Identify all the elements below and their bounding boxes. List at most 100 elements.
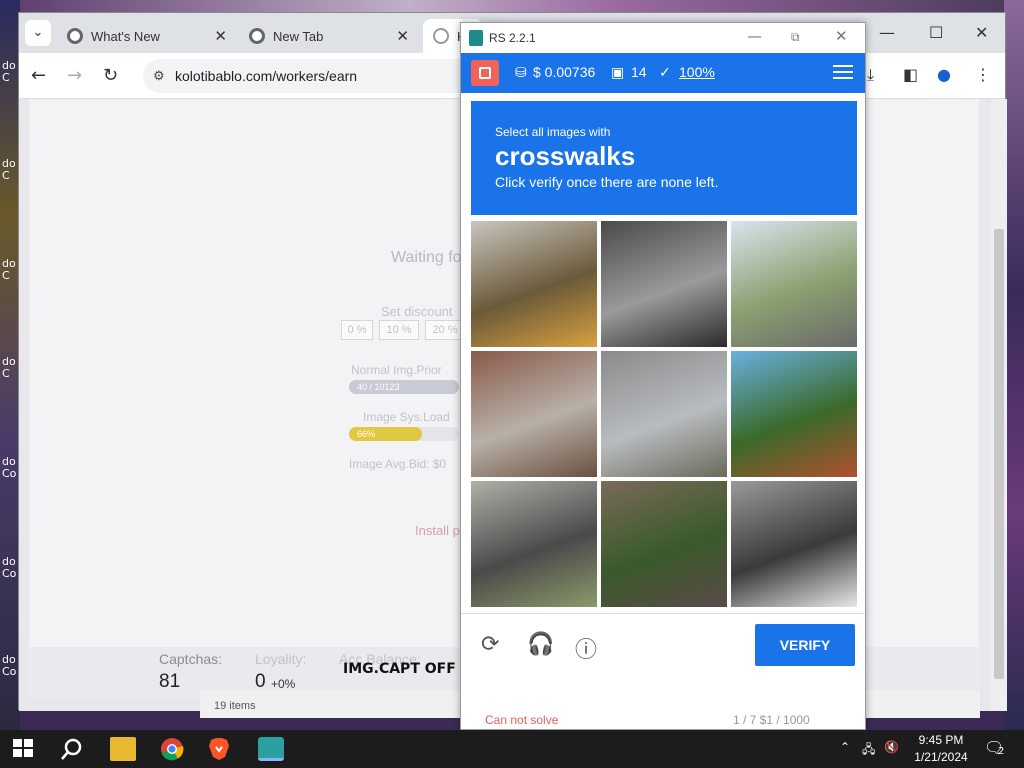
profile-icon[interactable]: ● [937,65,951,84]
desktop-icon-label[interactable]: do C [2,356,18,380]
forward-icon[interactable]: → [67,65,82,86]
side-panel-icon[interactable]: ◧ [903,65,918,84]
captcha-solver-taskbar-icon[interactable] [258,737,284,761]
popup-titlebar: RS 2.2.1 — ⧉ ✕ [461,23,865,53]
captchas-label: Captchas: [159,651,223,667]
close-tab-icon[interactable]: ✕ [214,27,227,45]
motorcycles-parked-tile[interactable] [601,221,727,347]
progress-text: 1 / 7 $1 / 1000 [733,713,810,727]
image-grid [471,221,857,607]
traffic-light-tile[interactable] [471,221,597,347]
balance-icon: ⛁ [515,64,527,80]
building-shutter-tile[interactable] [471,351,597,477]
restore-icon[interactable]: ⧉ [791,30,800,45]
desktop-icon-label[interactable]: do C [2,60,18,84]
desktop-icon-label[interactable]: do Co [2,654,18,678]
brave-icon[interactable] [208,737,234,761]
system-clock[interactable]: 9:45 PM 1/21/2024 [908,732,974,766]
loyalty-label: Loyality: [255,651,307,667]
normal-img-bar: 40 / 10123 [349,380,459,394]
challenge-header: Select all images with crosswalks Click … [471,101,857,215]
accuracy-value[interactable]: 100% [679,64,715,80]
desktop-icon-label[interactable]: do Co [2,556,18,580]
popup-title: RS 2.2.1 [489,31,536,45]
solver-status-bar: ⛁ $ 0.00736 ▣ 14 ✓ 100% [461,53,865,93]
stop-button[interactable] [471,60,499,86]
chrome-icon [67,28,83,44]
taskbar: ⌃ 🖧 🔇 9:45 PM 1/21/2024 🗨 2 [0,730,1024,768]
loyalty-delta: +0% [271,677,296,691]
reload-challenge-icon[interactable]: ⟳ [481,632,499,657]
challenge-instruction: Select all images with [495,125,611,139]
install-link[interactable]: Install p [415,523,460,538]
stop-icon [479,67,491,79]
road-car-tile[interactable] [601,351,727,477]
cannot-solve-link[interactable]: Can not solve [485,713,558,727]
clock-time: 9:45 PM [918,733,964,747]
hamburger-menu-icon[interactable] [833,61,853,83]
audio-challenge-icon[interactable]: 🎧 [527,632,554,657]
arch-bridge-tile[interactable] [731,221,857,347]
captchas-value: 81 [159,671,181,692]
close-tab-icon[interactable]: ✕ [396,27,409,45]
menu-kebab-icon[interactable]: ⋮ [975,65,991,84]
info-icon[interactable]: ⓘ [575,632,597,664]
img-capt-status: IMG.CAPT OFF [343,661,456,677]
discount-10-button[interactable]: 10 % [379,320,419,340]
captcha-controls: ⟳ 🎧 ⓘ VERIFY [461,613,865,675]
chrome-icon [249,28,265,44]
discount-0-button[interactable]: 0 % [341,320,373,340]
tab-new-tab[interactable]: New Tab ✕ [239,19,419,53]
notification-count: 2 [998,746,1005,757]
search-icon[interactable] [60,737,86,761]
set-discount-label: Set discount [381,304,453,319]
desktop-wallpaper-top [0,0,1024,12]
back-icon[interactable]: ← [31,65,46,86]
network-icon[interactable]: 🖧 [862,740,875,761]
tab-title: New Tab [273,28,324,44]
site-info-icon[interactable]: ⚙ [153,59,165,93]
maximize-icon[interactable]: ☐ [929,23,943,42]
image-sys-load-fill: 66% [349,427,422,441]
clock-date: 1/21/2024 [914,750,968,764]
items-count: 19 items [214,700,256,712]
download-icon[interactable]: ⤓ [867,65,874,85]
challenge-hint: Click verify once there are none left. [495,174,719,190]
windows-start-icon[interactable] [12,737,38,761]
app-logo-icon [469,30,483,46]
scroll-thumb[interactable] [994,229,1004,679]
minimize-icon[interactable]: — [879,23,895,42]
normal-img-prior-label: Normal Img.Prior [351,363,442,377]
accuracy-icon: ✓ [659,64,671,80]
images-count: 14 [631,64,647,80]
tab-title: What's New [91,28,160,44]
balance-value: $ 0.00736 [533,64,596,80]
desktop-icon-label[interactable]: do C [2,258,18,282]
file-explorer-icon[interactable] [110,737,136,761]
minimize-icon[interactable]: — [747,27,762,45]
close-window-icon[interactable]: ✕ [975,23,988,42]
volume-muted-icon[interactable]: 🔇 [884,740,899,754]
reload-icon[interactable]: ↻ [103,65,118,86]
desktop-icon-label[interactable]: do Co [2,456,18,480]
verify-button[interactable]: VERIFY [755,624,855,666]
tab-search-button[interactable]: ⌄ [25,20,51,46]
discount-20-button[interactable]: 20 % [425,320,465,340]
captcha-solver-window: RS 2.2.1 — ⧉ ✕ ⛁ $ 0.00736 ▣ 14 ✓ 100% S… [460,22,866,730]
challenge-keyword: crosswalks [495,141,636,171]
url-text: kolotibablo.com/workers/earn [175,68,358,84]
popup-footer: Can not solve 1 / 7 $1 / 1000 [461,713,865,729]
motorcyclist-tile[interactable] [601,481,727,607]
page-scrollbar[interactable] [991,99,1007,711]
parked-motorbikes-tile[interactable] [731,481,857,607]
chrome-taskbar-icon[interactable] [160,737,186,761]
desktop-icon-label[interactable]: do C [2,158,18,182]
tray-chevron-icon[interactable]: ⌃ [840,740,850,754]
tab-whats-new[interactable]: What's New ✕ [57,19,237,53]
cyclists-tile[interactable] [471,481,597,607]
waiting-text: Waiting fo [391,249,462,266]
traffic-light-street-tile[interactable] [731,351,857,477]
images-icon: ▣ [611,64,625,80]
close-popup-icon[interactable]: ✕ [835,27,848,45]
image-sys-load-label: Image Sys.Load [363,410,450,424]
